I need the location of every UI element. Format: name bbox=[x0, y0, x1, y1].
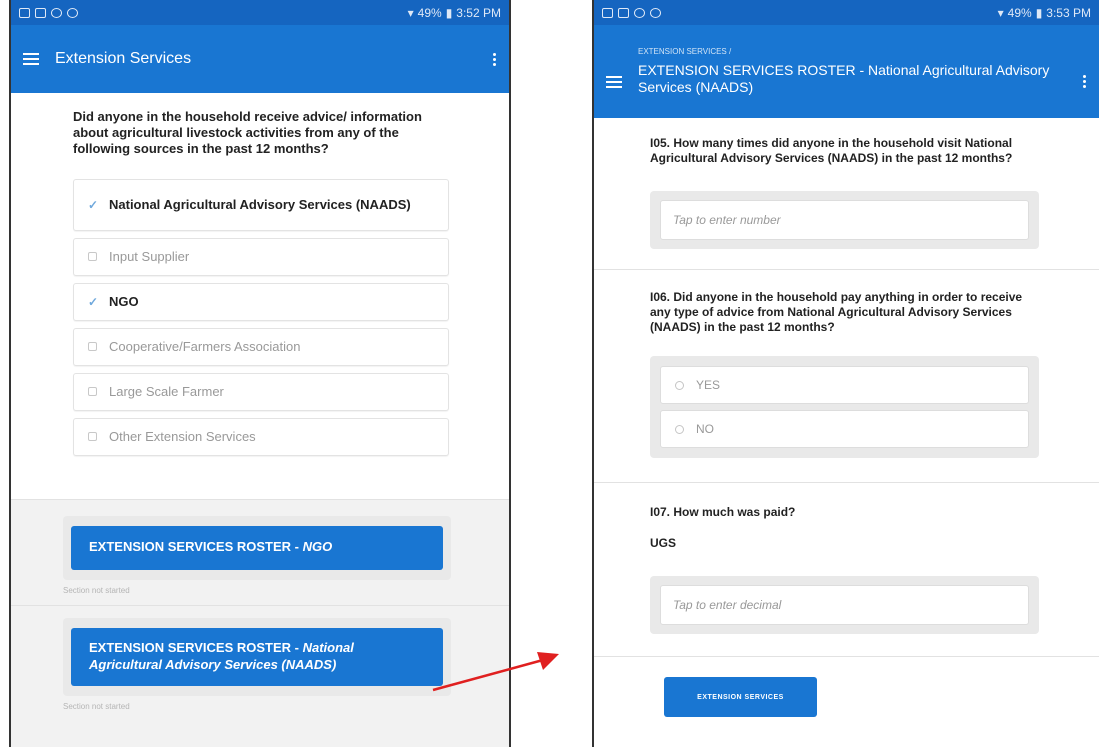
roster-ngo-button[interactable]: EXTENSION SERVICES ROSTER - NGO bbox=[71, 525, 443, 570]
right-screen: ▾ 49% ▮ 3:53 PM EXTENSION SERVICES / EXT… bbox=[592, 0, 1099, 747]
hamburger-menu-icon[interactable] bbox=[606, 75, 622, 88]
question-i06: I06. Did anyone in the household pay any… bbox=[594, 270, 1099, 483]
gallery-icon bbox=[618, 7, 629, 18]
decimal-input[interactable]: Tap to enter decimal bbox=[660, 585, 1029, 626]
clock: 3:52 PM bbox=[456, 5, 501, 20]
roster-section-ngo: EXTENSION SERVICES ROSTER - NGO Section … bbox=[11, 500, 509, 605]
battery-level: 49% bbox=[1007, 5, 1032, 20]
app-icon bbox=[51, 7, 62, 18]
breadcrumb[interactable]: EXTENSION SERVICES / bbox=[638, 47, 1083, 56]
app-bar: Extension Services bbox=[11, 25, 509, 93]
battery-icon: ▮ bbox=[1035, 5, 1043, 20]
radio-yes[interactable]: YES bbox=[660, 366, 1029, 405]
question-text: I07. How much was paid? bbox=[650, 505, 796, 520]
app-icon bbox=[634, 7, 645, 18]
section-status: Section not started bbox=[63, 585, 130, 595]
option-ngo[interactable]: ✓ NGO bbox=[73, 282, 449, 321]
option-label: Other Extension Services bbox=[109, 429, 256, 445]
extension-services-button[interactable]: EXTENSION SERVICES bbox=[664, 677, 817, 718]
checkbox-icon bbox=[88, 387, 97, 397]
question-i07: I07. How much was paid? UGS Tap to enter… bbox=[594, 483, 1099, 657]
radio-label: YES bbox=[696, 378, 721, 393]
battery-icon: ▮ bbox=[445, 5, 453, 20]
radio-label: NO bbox=[696, 422, 714, 437]
question-text: I05. How many times did anyone in the ho… bbox=[650, 136, 1013, 165]
transition-arrow bbox=[432, 652, 559, 692]
option-large-scale-farmer[interactable]: Large Scale Farmer bbox=[73, 372, 449, 411]
wifi-icon: ▾ bbox=[407, 5, 414, 20]
page-title: EXTENSION SERVICES ROSTER - National Agr… bbox=[638, 61, 1050, 96]
question-text: I06. Did anyone in the household pay any… bbox=[650, 290, 1023, 334]
notification-icon bbox=[19, 7, 30, 18]
hamburger-menu-icon[interactable] bbox=[23, 53, 39, 65]
app-bar: EXTENSION SERVICES / EXTENSION SERVICES … bbox=[594, 25, 1099, 118]
sync-icon bbox=[67, 7, 78, 18]
status-bar: ▾ 49% ▮ 3:52 PM bbox=[11, 0, 509, 25]
option-naads[interactable]: ✓ National Agricultural Advisory Service… bbox=[73, 178, 449, 231]
question-i05: I05. How many times did anyone in the ho… bbox=[594, 118, 1099, 270]
clock: 3:53 PM bbox=[1046, 5, 1091, 20]
wifi-icon: ▾ bbox=[997, 5, 1004, 20]
roster-prefix: EXTENSION SERVICES ROSTER - bbox=[89, 539, 303, 555]
question-section: Did anyone in the household receive advi… bbox=[11, 93, 509, 469]
check-icon: ✓ bbox=[88, 294, 99, 309]
option-input-supplier[interactable]: Input Supplier bbox=[73, 237, 449, 276]
check-icon: ✓ bbox=[88, 197, 99, 212]
option-label: NGO bbox=[109, 294, 139, 310]
number-input[interactable]: Tap to enter number bbox=[660, 200, 1029, 241]
checkbox-icon bbox=[88, 432, 97, 442]
notification-icon bbox=[602, 7, 613, 18]
checkbox-icon bbox=[88, 252, 97, 262]
overflow-menu-icon[interactable] bbox=[1083, 75, 1087, 88]
question-text: Did anyone in the household receive advi… bbox=[73, 109, 422, 156]
option-cooperative[interactable]: Cooperative/Farmers Association bbox=[73, 327, 449, 366]
gallery-icon bbox=[35, 7, 46, 18]
roster-name: NGO bbox=[302, 539, 333, 555]
sync-icon bbox=[650, 7, 661, 18]
radio-icon bbox=[675, 424, 684, 434]
option-label: National Agricultural Advisory Services … bbox=[109, 197, 411, 213]
roster-prefix: EXTENSION SERVICES ROSTER - bbox=[89, 639, 303, 655]
option-label: Input Supplier bbox=[109, 249, 190, 265]
currency-unit: UGS bbox=[650, 535, 677, 550]
option-label: Large Scale Farmer bbox=[109, 384, 224, 400]
footer-section: EXTENSION SERVICES bbox=[594, 657, 1099, 747]
roster-naads-button[interactable]: EXTENSION SERVICES ROSTER - National Agr… bbox=[71, 627, 443, 686]
option-label: Cooperative/Farmers Association bbox=[109, 339, 301, 355]
page-title: Extension Services bbox=[55, 50, 192, 67]
status-bar: ▾ 49% ▮ 3:53 PM bbox=[594, 0, 1099, 25]
overflow-menu-icon[interactable] bbox=[493, 52, 497, 66]
option-other-extension[interactable]: Other Extension Services bbox=[73, 417, 449, 456]
radio-no[interactable]: NO bbox=[660, 410, 1029, 449]
section-status: Section not started bbox=[63, 701, 130, 711]
radio-icon bbox=[675, 380, 684, 390]
checkbox-icon bbox=[88, 342, 97, 352]
battery-level: 49% bbox=[417, 5, 442, 20]
left-screen: ▾ 49% ▮ 3:52 PM Extension Services Did a… bbox=[9, 0, 511, 747]
